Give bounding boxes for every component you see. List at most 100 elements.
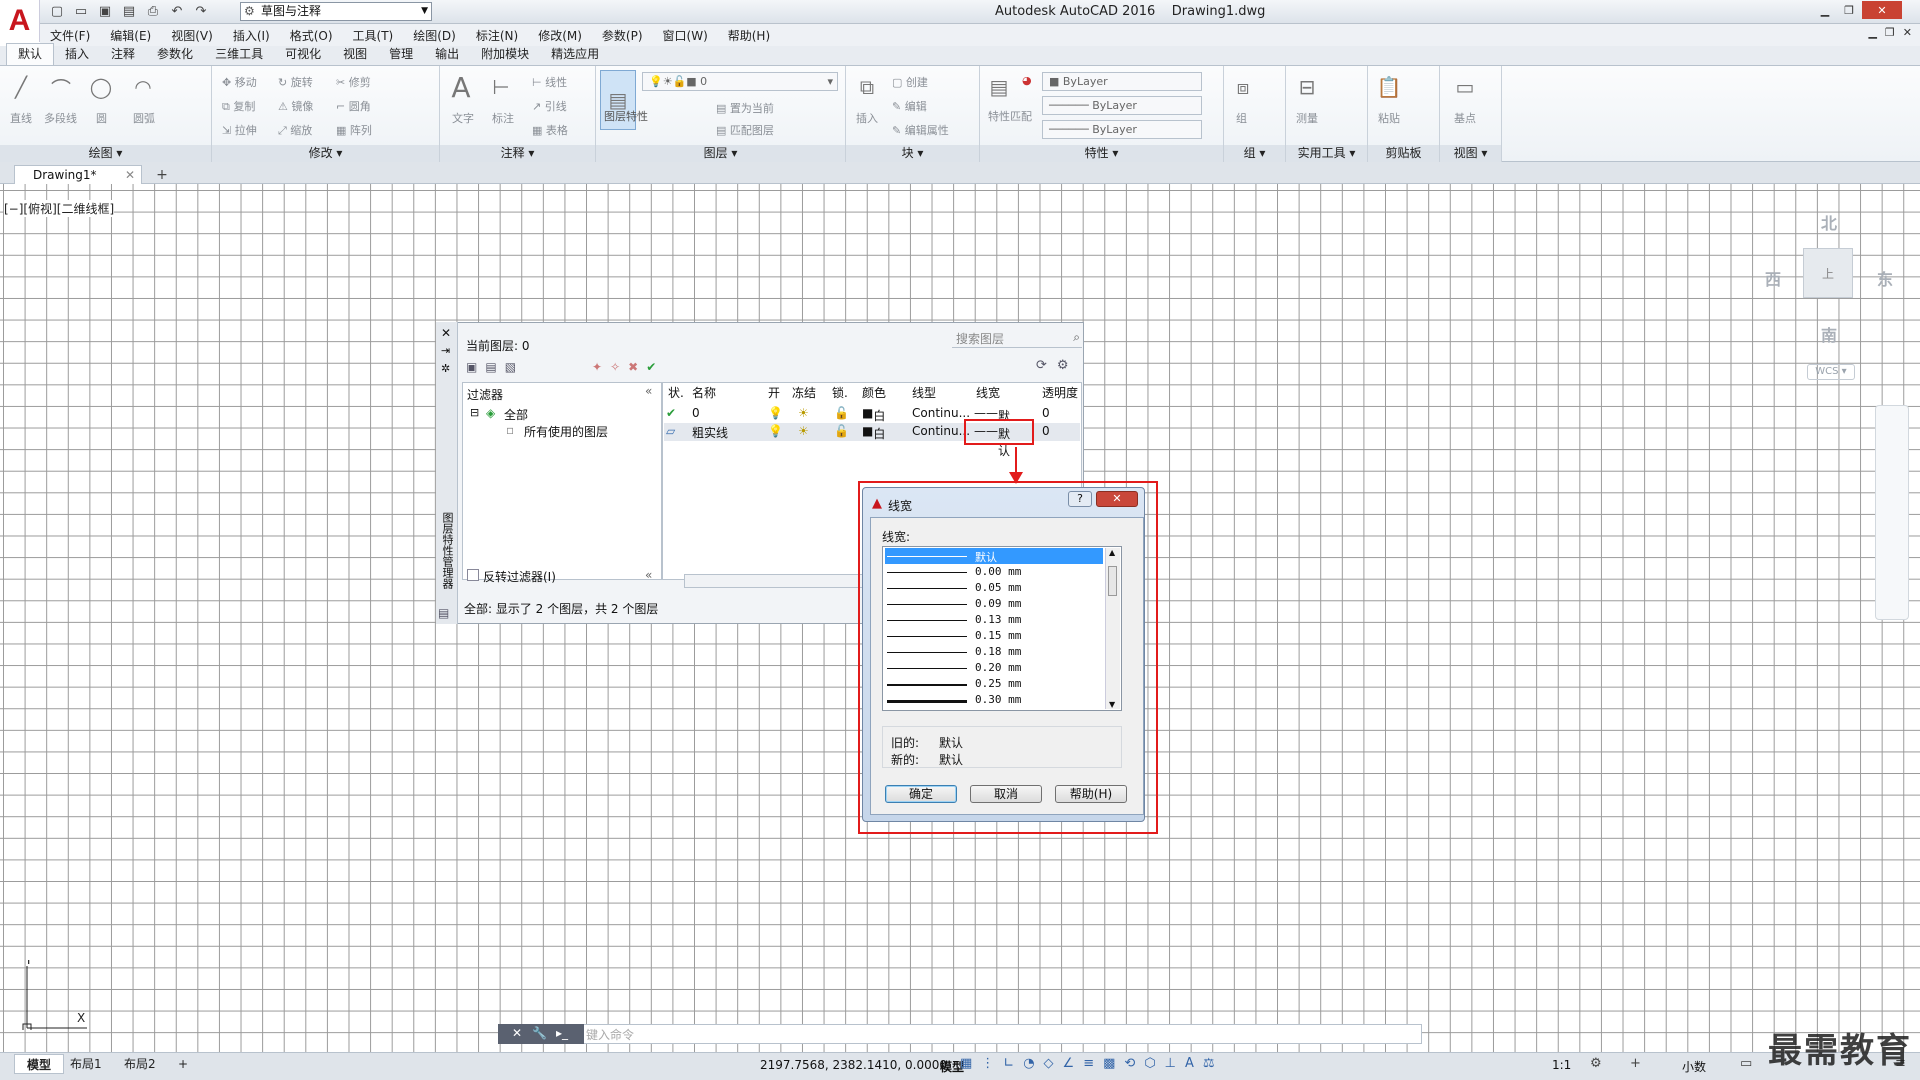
print-icon[interactable]: ⎙ xyxy=(144,2,162,20)
filter-all-item[interactable]: 全部 xyxy=(504,406,528,423)
auto-scale-icon[interactable]: ⚖ xyxy=(1203,1056,1215,1071)
mirror-button[interactable]: ⚠ 镜像 xyxy=(278,98,313,114)
units-display[interactable]: 小数 xyxy=(1682,1058,1706,1075)
grid-icon[interactable]: ▦ xyxy=(960,1056,972,1071)
panel-groups-title[interactable]: 组 ▾ xyxy=(1224,145,1285,162)
col-lineweight[interactable]: 线宽 xyxy=(976,384,1000,401)
snap-icon[interactable]: ⋮ xyxy=(981,1056,994,1071)
array-button[interactable]: ▦ 阵列 xyxy=(336,122,372,138)
hardware-acceleration-icon[interactable]: ▭ xyxy=(1740,1056,1752,1071)
layer-linetype[interactable]: Continu... xyxy=(912,424,970,438)
minimize-button[interactable]: ▁ xyxy=(1814,1,1836,19)
menu-edit[interactable]: 编辑(E) xyxy=(100,27,161,44)
close-tab-icon[interactable]: ✕ xyxy=(125,166,135,184)
col-freeze[interactable]: 冻结 xyxy=(792,384,816,401)
panel-draw-title[interactable]: 绘图 ▾ xyxy=(0,145,211,162)
panel-properties-title[interactable]: 特性 ▾ xyxy=(980,145,1223,162)
col-color[interactable]: 颜色 xyxy=(862,384,886,401)
col-linetype[interactable]: 线型 xyxy=(912,384,936,401)
help-button[interactable]: 帮助(H) xyxy=(1055,785,1127,803)
tab-view[interactable]: 视图 xyxy=(332,44,378,65)
col-lock[interactable]: 锁. xyxy=(832,384,848,401)
match-properties-icon[interactable]: ▤ xyxy=(984,72,1014,102)
layer-name[interactable]: 粗实线 xyxy=(692,424,728,441)
lineweight-option[interactable]: 0.20 mm xyxy=(885,660,1103,676)
polyline-icon[interactable]: ⌒ xyxy=(46,72,76,102)
col-transparency[interactable]: 透明度 xyxy=(1042,384,1078,401)
selection-cycling-icon[interactable]: ⟲ xyxy=(1124,1056,1135,1071)
lightbulb-icon[interactable]: 💡 xyxy=(768,406,783,420)
viewcube-west[interactable]: 西 xyxy=(1765,266,1781,290)
lineweight-option[interactable]: 0.09 mm xyxy=(885,596,1103,612)
lineweight-option[interactable]: 0.30 mm xyxy=(885,692,1103,708)
dialog-close-button[interactable]: ✕ xyxy=(1096,491,1138,507)
menu-window[interactable]: 窗口(W) xyxy=(653,27,718,44)
layer-dropdown[interactable]: 💡☀🔓■ 0 ▾ xyxy=(642,72,838,91)
layer-color[interactable]: ■ 白 xyxy=(862,424,885,441)
cancel-button[interactable]: 取消 xyxy=(970,785,1042,803)
close-palette-icon[interactable]: ✕ xyxy=(441,326,451,340)
layer-settings-icon[interactable]: ▤ xyxy=(438,606,449,620)
tab-default[interactable]: 默认 xyxy=(6,43,55,65)
viewcube[interactable]: 北 西 东 南 上 xyxy=(1755,210,1905,380)
scale-button[interactable]: ⤢ 缩放 xyxy=(278,122,312,138)
restore-button[interactable]: ❐ xyxy=(1838,1,1860,19)
rotate-button[interactable]: ↻ 旋转 xyxy=(278,74,313,90)
menu-draw[interactable]: 绘图(D) xyxy=(403,27,466,44)
customize-icon[interactable]: 🔧 xyxy=(532,1026,547,1040)
workspace-switch-icon[interactable]: ⚙ xyxy=(1590,1056,1602,1071)
command-input[interactable]: 键入命令 xyxy=(586,1026,634,1043)
save-as-icon[interactable]: ▤ xyxy=(120,2,138,20)
panel-layers-title[interactable]: 图层 ▾ xyxy=(596,145,845,162)
invert-filter-checkbox[interactable] xyxy=(467,569,479,581)
annotation-visibility-icon[interactable]: A xyxy=(1185,1056,1194,1071)
lineweight-list-scrollbar[interactable]: ▲ ▼ xyxy=(1105,548,1120,709)
delete-layer-icon[interactable]: ✖ xyxy=(628,360,638,374)
dialog-help-button[interactable]: ? xyxy=(1068,491,1092,507)
tab-addins[interactable]: 附加模块 xyxy=(470,44,540,65)
base-point-icon[interactable]: ▭ xyxy=(1450,72,1480,102)
undo-icon[interactable]: ↶ xyxy=(168,2,186,20)
scroll-up-icon[interactable]: ▲ xyxy=(1109,548,1115,557)
color-dropdown[interactable]: ■ ByLayer xyxy=(1042,72,1202,91)
line-icon[interactable]: ╱ xyxy=(6,72,36,102)
tab-output[interactable]: 输出 xyxy=(424,44,470,65)
dynamic-ucs-icon[interactable]: ⊥ xyxy=(1165,1056,1176,1071)
3d-osnap-icon[interactable]: ⬡ xyxy=(1144,1056,1155,1071)
wcs-menu[interactable]: WCS ▾ xyxy=(1807,364,1855,380)
doc-minimize-button[interactable]: ▁ xyxy=(1868,26,1876,39)
stretch-button[interactable]: ⇲ 拉伸 xyxy=(222,122,257,138)
menu-format[interactable]: 格式(O) xyxy=(280,27,343,44)
tab-manage[interactable]: 管理 xyxy=(378,44,424,65)
col-status[interactable]: 状. xyxy=(668,384,684,401)
new-group-filter-icon[interactable]: ▤ xyxy=(485,360,496,374)
tab-layout2[interactable]: 布局2 xyxy=(112,1054,168,1074)
navigation-bar[interactable] xyxy=(1875,405,1909,620)
insert-block-icon[interactable]: ⧉ xyxy=(852,72,882,102)
horizontal-scrollbar[interactable] xyxy=(684,574,864,588)
transparency-icon[interactable]: ▩ xyxy=(1103,1056,1115,1071)
menu-file[interactable]: 文件(F) xyxy=(40,27,100,44)
create-block-button[interactable]: ▢ 创建 xyxy=(892,74,928,90)
layer-transparency[interactable]: 0 xyxy=(1042,424,1050,438)
menu-help[interactable]: 帮助(H) xyxy=(718,27,780,44)
new-file-icon[interactable]: ▢ xyxy=(48,2,66,20)
menu-parametric[interactable]: 参数(P) xyxy=(592,27,653,44)
close-button[interactable]: ✕ xyxy=(1862,1,1902,19)
linear-button[interactable]: ⊢ 线性 xyxy=(532,74,567,90)
copy-button[interactable]: ⧉ 复制 xyxy=(222,98,255,114)
new-property-filter-icon[interactable]: ▣ xyxy=(466,360,477,374)
fillet-button[interactable]: ⌐ 圆角 xyxy=(336,98,371,114)
redo-icon[interactable]: ↷ xyxy=(192,2,210,20)
scroll-thumb[interactable] xyxy=(1108,566,1117,596)
tab-parametric[interactable]: 参数化 xyxy=(146,44,204,65)
circle-icon[interactable]: ◯ xyxy=(86,72,116,102)
layer-name[interactable]: 0 xyxy=(692,406,700,420)
trim-button[interactable]: ✂ 修剪 xyxy=(336,74,371,90)
lineweight-listbox[interactable]: 默认 0.00 mm 0.05 mm 0.09 mm 0.13 mm 0.15 … xyxy=(882,546,1122,711)
viewcube-east[interactable]: 东 xyxy=(1877,266,1893,290)
scroll-down-icon[interactable]: ▼ xyxy=(1109,700,1115,709)
move-button[interactable]: ✥ 移动 xyxy=(222,74,257,90)
table-button[interactable]: ▦ 表格 xyxy=(532,122,568,138)
ortho-icon[interactable]: ∟ xyxy=(1003,1056,1014,1071)
